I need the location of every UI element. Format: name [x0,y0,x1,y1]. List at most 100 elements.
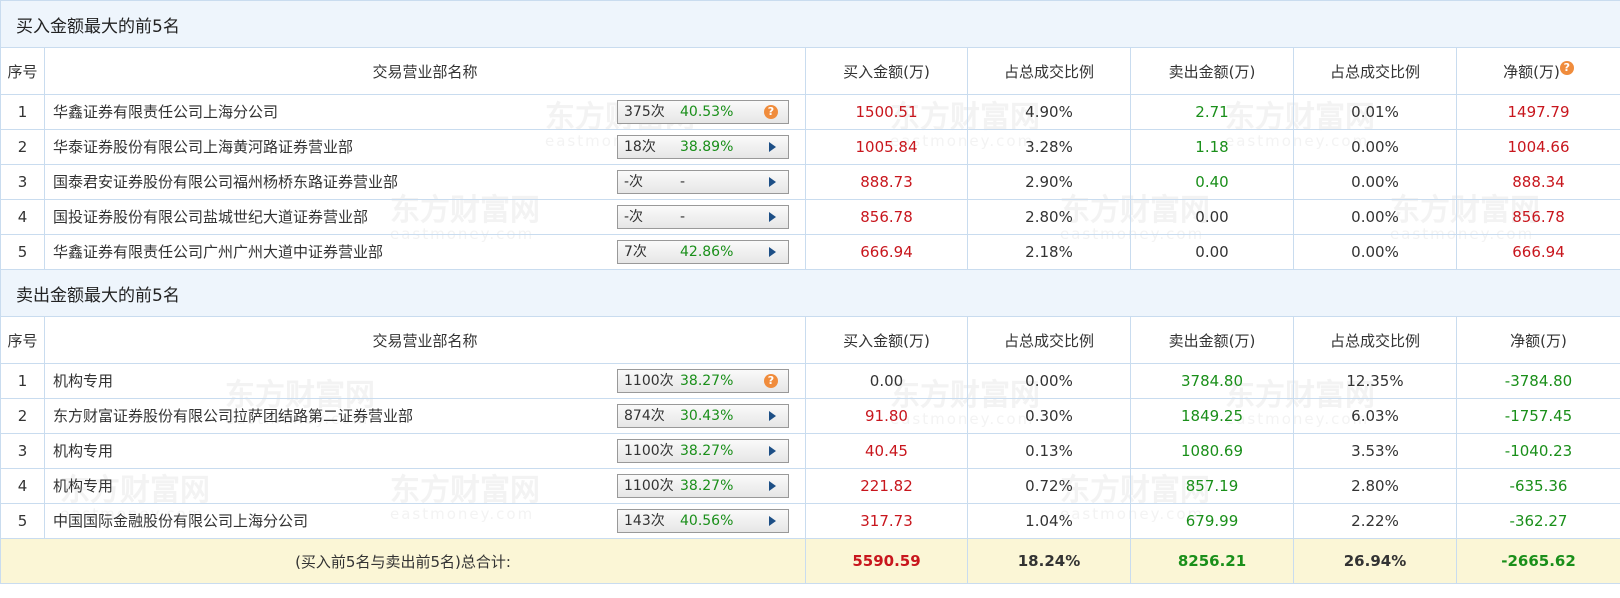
buy-ratio: 1.04% [967,503,1131,539]
header-buy-amount: 买入金额(万) [805,316,968,364]
net-amount: -1040.23 [1455,433,1620,469]
table-row: 3 国泰君安证券股份有限公司福州杨桥东路证券营业部 -次 - 888.73 2.90% 0.… [0,164,1620,200]
sell-amount: 679.99 [1130,503,1294,539]
play-arrow-icon[interactable] [769,247,776,257]
buy-ratio: 0.00% [967,363,1131,399]
branch-name-link[interactable]: 东方财富证券股份有限公司拉萨团结路第二证券营业部 [53,400,413,433]
branch-stats-button[interactable]: 7次 42.86% [617,240,789,264]
header-branch-name: 交易营业部名称 [44,47,806,95]
total-sell-ratio: 26.94% [1293,538,1457,584]
header-branch-name: 交易营业部名称 [44,316,806,364]
total-buy-ratio: 18.24% [967,538,1131,584]
play-arrow-icon[interactable] [769,446,776,456]
row-index: 5 [0,503,45,539]
branch-stats-button[interactable]: 874次 30.43% [617,404,789,428]
play-arrow-icon[interactable] [769,516,776,526]
question-icon[interactable]: ? [764,374,778,388]
branch-name-link[interactable]: 中国国际金融股份有限公司上海分公司 [53,505,308,538]
buy-ratio: 0.13% [967,433,1131,469]
row-index: 3 [0,433,45,469]
net-amount: -3784.80 [1455,363,1620,399]
play-arrow-icon[interactable] [769,177,776,187]
win-rate: 38.27% [680,478,734,494]
row-index: 3 [0,164,45,200]
net-amount: 856.78 [1455,199,1620,235]
buy-amount: 1500.51 [805,94,968,130]
table-row: 2 华泰证券股份有限公司上海黄河路证券营业部 18次 38.89% 1005.84 3.2… [0,129,1620,165]
header-buy-ratio: 占总成交比例 [967,316,1131,364]
branch-cell: 华泰证券股份有限公司上海黄河路证券营业部 18次 38.89% [44,129,806,165]
list-count: 143次 [624,513,665,529]
sell-ratio: 12.35% [1293,363,1457,399]
win-rate: 42.86% [680,244,734,260]
branch-cell: 机构专用 1100次 38.27% [44,468,806,504]
buy-amount: 317.73 [805,503,968,539]
branch-stats-button[interactable]: 1100次 38.27% [617,439,789,463]
branch-stats-button[interactable]: 143次 40.56% [617,509,789,533]
net-amount: -362.27 [1455,503,1620,539]
buy-section-title: 买入金额最大的前5名 [0,0,1620,48]
list-count: -次 [624,174,644,190]
branch-name-link[interactable]: 机构专用 [53,365,113,398]
net-amount: 1004.66 [1455,129,1620,165]
table-row: 5 华鑫证券有限责任公司广州广州大道中证券营业部 7次 42.86% 666.94 2.1… [0,234,1620,270]
question-icon[interactable]: ? [1559,60,1574,75]
branch-stats-button[interactable]: 1100次 38.27%? [617,369,789,393]
branch-name-link[interactable]: 机构专用 [53,435,113,468]
branch-stats-button[interactable]: 375次 40.53%? [617,100,789,124]
sell-ratio: 3.53% [1293,433,1457,469]
row-index: 4 [0,199,45,235]
header-sell-ratio: 占总成交比例 [1293,47,1457,95]
sell-section: 卖出金额最大的前5名 序号 交易营业部名称 买入金额(万) 占总成交比例 卖出金… [0,269,1620,539]
branch-name-link[interactable]: 华鑫证券有限责任公司上海分公司 [53,96,278,129]
branch-stats-button[interactable]: -次 - [617,205,789,229]
branch-cell: 华鑫证券有限责任公司广州广州大道中证券营业部 7次 42.86% [44,234,806,270]
total-section: (买入前5名与卖出前5名)总合计: 5590.59 18.24% 8256.21… [0,538,1620,584]
play-arrow-icon[interactable] [769,481,776,491]
header-net-amount: 净额(万) [1455,316,1620,364]
buy-ratio: 2.90% [967,164,1131,200]
total-label: (买入前5名与卖出前5名)总合计: [0,538,806,584]
sell-amount: 0.00 [1130,199,1294,235]
branch-stats-button[interactable]: 18次 38.89% [617,135,789,159]
buy-amount: 0.00 [805,363,968,399]
buy-ratio: 4.90% [967,94,1131,130]
branch-stats-button[interactable]: -次 - [617,170,789,194]
buy-section: 买入金额最大的前5名 序号 交易营业部名称 买入金额(万) 占总成交比例 卖出金… [0,0,1620,270]
play-arrow-icon[interactable] [769,411,776,421]
list-count: 18次 [624,139,656,155]
play-arrow-icon[interactable] [769,142,776,152]
branch-name-link[interactable]: 国泰君安证券股份有限公司福州杨桥东路证券营业部 [53,166,398,199]
row-index: 5 [0,234,45,270]
table-row: 1 华鑫证券有限责任公司上海分公司 375次 40.53%? 1500.51 4.90% 2… [0,94,1620,130]
branch-cell: 国泰君安证券股份有限公司福州杨桥东路证券营业部 -次 - [44,164,806,200]
total-sell: 8256.21 [1130,538,1294,584]
sell-ratio: 0.00% [1293,164,1457,200]
sell-ratio: 0.00% [1293,199,1457,235]
win-rate: - [680,174,686,190]
row-index: 1 [0,94,45,130]
win-rate: 38.27% [680,443,734,459]
branch-cell: 机构专用 1100次 38.27%? [44,363,806,399]
header-index: 序号 [0,47,45,95]
branch-name-link[interactable]: 国投证券股份有限公司盐城世纪大道证券营业部 [53,201,368,234]
list-count: -次 [624,209,644,225]
branch-name-link[interactable]: 华泰证券股份有限公司上海黄河路证券营业部 [53,131,353,164]
play-arrow-icon[interactable] [769,212,776,222]
win-rate: 40.53% [680,104,734,120]
buy-ratio: 0.30% [967,398,1131,434]
row-index: 4 [0,468,45,504]
win-rate: 38.89% [680,139,734,155]
branch-stats-button[interactable]: 1100次 38.27% [617,474,789,498]
branch-name-link[interactable]: 华鑫证券有限责任公司广州广州大道中证券营业部 [53,236,383,269]
sell-amount: 1.18 [1130,129,1294,165]
sell-ratio: 0.01% [1293,94,1457,130]
branch-name-link[interactable]: 机构专用 [53,470,113,503]
buy-amount: 888.73 [805,164,968,200]
question-icon[interactable]: ? [764,105,778,119]
total-net: -2665.62 [1455,538,1620,584]
list-count: 1100次 [624,478,674,494]
lhb-table: 买入金额最大的前5名 序号 交易营业部名称 买入金额(万) 占总成交比例 卖出金… [0,0,1620,584]
header-net-amount: 净额(万)? [1455,47,1620,95]
table-row: 4 国投证券股份有限公司盐城世纪大道证券营业部 -次 -856.78 2.80% 0.00… [0,199,1620,235]
